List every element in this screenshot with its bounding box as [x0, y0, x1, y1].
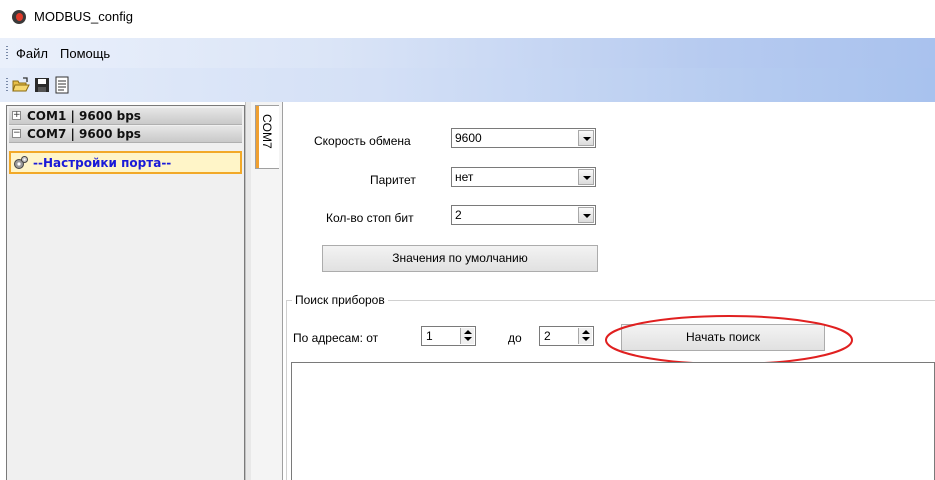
- menu-help[interactable]: Помощь: [60, 46, 110, 61]
- tree-item-label: COM7 | 9600 bps: [27, 127, 141, 141]
- tree-item-label: COM1 | 9600 bps: [27, 109, 141, 123]
- group-border: [286, 300, 287, 480]
- chevron-down-icon[interactable]: [578, 169, 594, 185]
- toolbar: [0, 68, 935, 102]
- baud-label: Скорость обмена: [314, 134, 411, 148]
- document-icon[interactable]: [53, 76, 71, 94]
- tab-strip: COM7: [251, 102, 283, 480]
- tab-com7[interactable]: COM7: [255, 105, 279, 169]
- parity-select[interactable]: нет: [451, 167, 596, 187]
- address-from-spinner[interactable]: 1: [421, 326, 476, 346]
- defaults-button[interactable]: Значения по умолчанию: [322, 245, 598, 272]
- tree-item-com1[interactable]: + COM1 | 9600 bps: [9, 108, 242, 125]
- baud-value: 9600: [455, 131, 482, 145]
- chevron-down-icon[interactable]: [578, 130, 594, 146]
- search-results-list[interactable]: [291, 362, 935, 480]
- address-to-label: до: [508, 331, 522, 345]
- search-group-title: Поиск приборов: [292, 293, 388, 307]
- address-to-value: 2: [544, 329, 551, 343]
- expand-icon[interactable]: +: [12, 111, 21, 120]
- spinner-arrows-icon[interactable]: [460, 328, 474, 344]
- baud-select[interactable]: 9600: [451, 128, 596, 148]
- open-folder-icon[interactable]: [12, 76, 30, 94]
- spinner-arrows-icon[interactable]: [578, 328, 592, 344]
- menu-file[interactable]: Файл: [16, 46, 48, 61]
- address-from-label: По адресам: от: [293, 331, 379, 345]
- save-icon[interactable]: [33, 76, 51, 94]
- tree-item-label: --Настройки порта--: [33, 156, 172, 170]
- app-icon: [12, 10, 26, 24]
- tab-label: COM7: [260, 114, 274, 149]
- parity-label: Паритет: [370, 173, 416, 187]
- tab-accent: [256, 106, 259, 168]
- tree-item-com7[interactable]: − COM7 | 9600 bps: [9, 126, 242, 143]
- stopbits-label: Кол-во стоп бит: [326, 211, 414, 225]
- title-bar: MODBUS_config: [0, 0, 935, 38]
- gear-icon: [14, 156, 28, 169]
- tree-item-port-settings[interactable]: --Настройки порта--: [9, 151, 242, 174]
- menu-bar: Файл Помощь: [0, 38, 935, 68]
- parity-value: нет: [455, 170, 474, 184]
- address-to-spinner[interactable]: 2: [539, 326, 594, 346]
- port-tree: + COM1 | 9600 bps − COM7 | 9600 bps --На…: [6, 105, 245, 480]
- stopbits-value: 2: [455, 208, 462, 222]
- chevron-down-icon[interactable]: [578, 207, 594, 223]
- grip-icon: [6, 46, 8, 60]
- stopbits-select[interactable]: 2: [451, 205, 596, 225]
- window-title: MODBUS_config: [34, 9, 133, 24]
- address-from-value: 1: [426, 329, 433, 343]
- collapse-icon[interactable]: −: [12, 129, 21, 138]
- grip-icon: [6, 78, 8, 92]
